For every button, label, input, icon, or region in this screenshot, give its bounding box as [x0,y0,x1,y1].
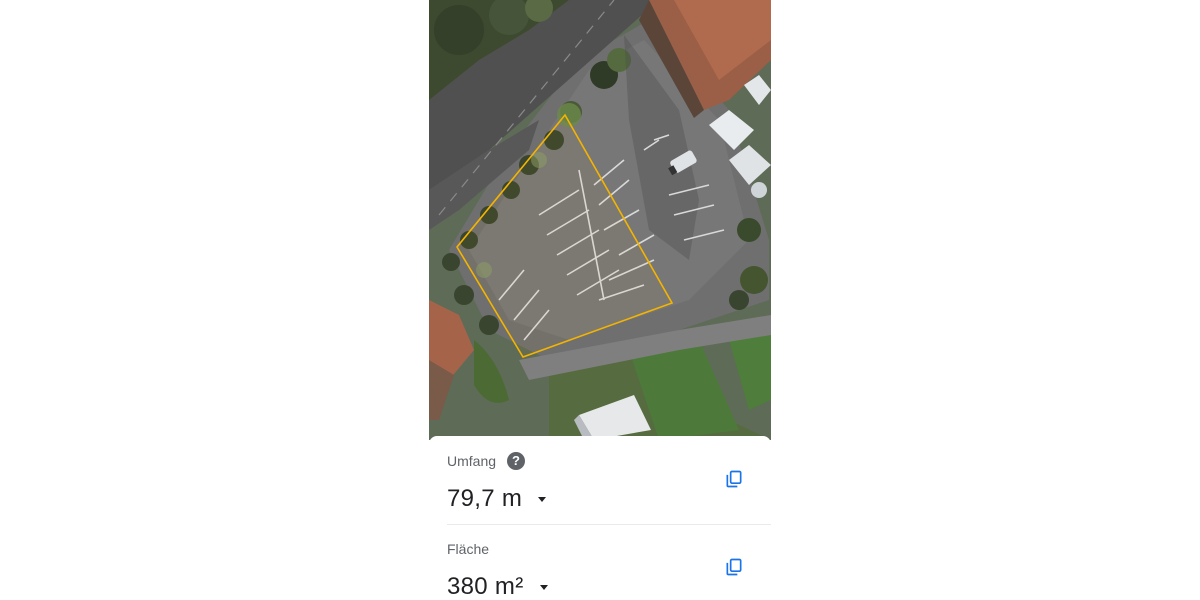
area-value: 380 m² [447,573,524,600]
perimeter-section: Umfang ? 79,7 m [447,452,771,514]
divider [447,524,771,525]
arrow-drop-down-icon[interactable] [539,584,548,590]
measurement-sheet: Umfang ? 79,7 m Fläche 380 m² [429,436,771,600]
area-label: Fläche [447,541,490,557]
area-section: Fläche 380 m² [447,540,771,600]
help-icon[interactable]: ? [507,452,526,470]
perimeter-label: Umfang [447,453,497,469]
perimeter-value: 79,7 m [447,485,523,512]
arrow-drop-down-icon[interactable] [538,496,547,502]
area-label-row: Fläche [447,540,771,558]
area-value-row[interactable]: 380 m² [447,572,771,600]
copy-icon[interactable] [724,469,744,489]
perimeter-label-row: Umfang ? [447,452,771,470]
measurement-screen: Umfang ? 79,7 m Fläche 380 m² [429,0,771,600]
perimeter-value-row[interactable]: 79,7 m [447,484,771,514]
copy-icon[interactable] [724,557,744,577]
satellite-map[interactable] [429,0,771,440]
